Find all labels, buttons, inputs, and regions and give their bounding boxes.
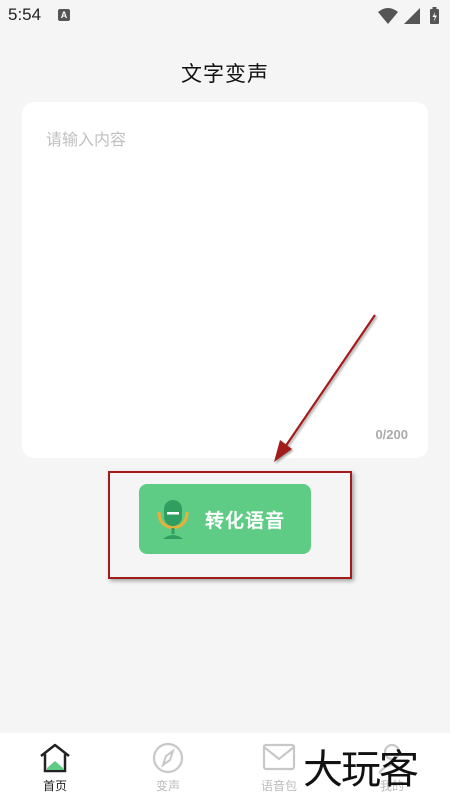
- char-counter: 0/200: [375, 427, 408, 442]
- microphone-icon: [157, 500, 189, 539]
- app-screen: 5:54 A 文字变声 0/200: [0, 0, 450, 801]
- wifi-icon: [378, 8, 398, 24]
- battery-icon: [430, 7, 439, 24]
- signal-icon: [404, 8, 420, 24]
- convert-to-speech-button[interactable]: 转化语音: [139, 484, 311, 554]
- status-time: 5:54: [8, 5, 42, 24]
- status-bar: 5:54 A: [0, 0, 450, 32]
- voice-pack-icon: [262, 743, 296, 771]
- home-icon: [40, 743, 70, 773]
- content-input[interactable]: [46, 126, 406, 406]
- status-icons: [378, 7, 439, 24]
- nav-item-voice-change[interactable]: 变声: [133, 741, 203, 799]
- convert-button-label: 转化语音: [205, 510, 286, 532]
- text-input-card: 0/200: [22, 102, 428, 458]
- compass-icon: [152, 742, 184, 774]
- nav-label-voice-change: 变声: [155, 779, 180, 793]
- nav-label-home: 首页: [42, 779, 67, 793]
- watermark-logo: 大玩客: [303, 747, 419, 793]
- notification-a-icon: A: [58, 9, 70, 21]
- nav-item-home[interactable]: 首页: [20, 741, 90, 799]
- page-title: 文字变声: [181, 62, 269, 86]
